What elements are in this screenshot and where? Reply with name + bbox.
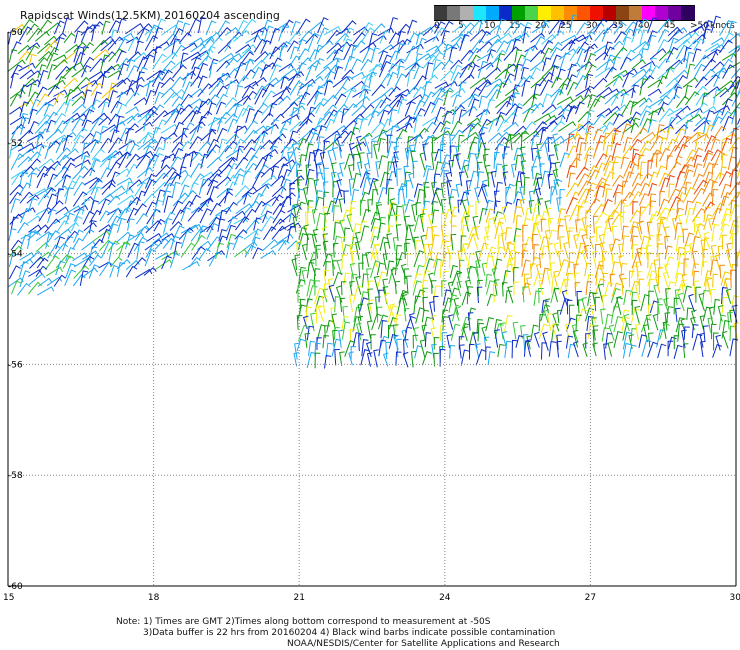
note-line-2: 3)Data buffer is 22 hrs from 20160204 4)…: [143, 628, 556, 638]
lon-label: 27: [585, 593, 596, 600]
lat-label: -52: [8, 139, 23, 149]
note-line-1: Note: 1) Times are GMT 2)Times along bot…: [116, 617, 491, 627]
lat-label: -50: [8, 28, 23, 38]
lon-label: 15: [3, 593, 14, 600]
wind-barb-map: -50-52-54-56-58-601518212427308:388:038:…: [3, 14, 740, 600]
lon-label: 24: [439, 593, 451, 600]
note-line-3: NOAA/NESDIS/Center for Satellite Applica…: [287, 639, 560, 649]
lat-label: -54: [8, 250, 23, 260]
lon-label: 30: [730, 593, 740, 600]
lat-label: -60: [8, 582, 23, 592]
lat-label: -58: [8, 471, 23, 481]
lon-label: 21: [293, 593, 304, 600]
lat-label: -56: [8, 360, 23, 370]
lon-label: 18: [148, 593, 160, 600]
wind-barb-field: [7, 14, 740, 369]
